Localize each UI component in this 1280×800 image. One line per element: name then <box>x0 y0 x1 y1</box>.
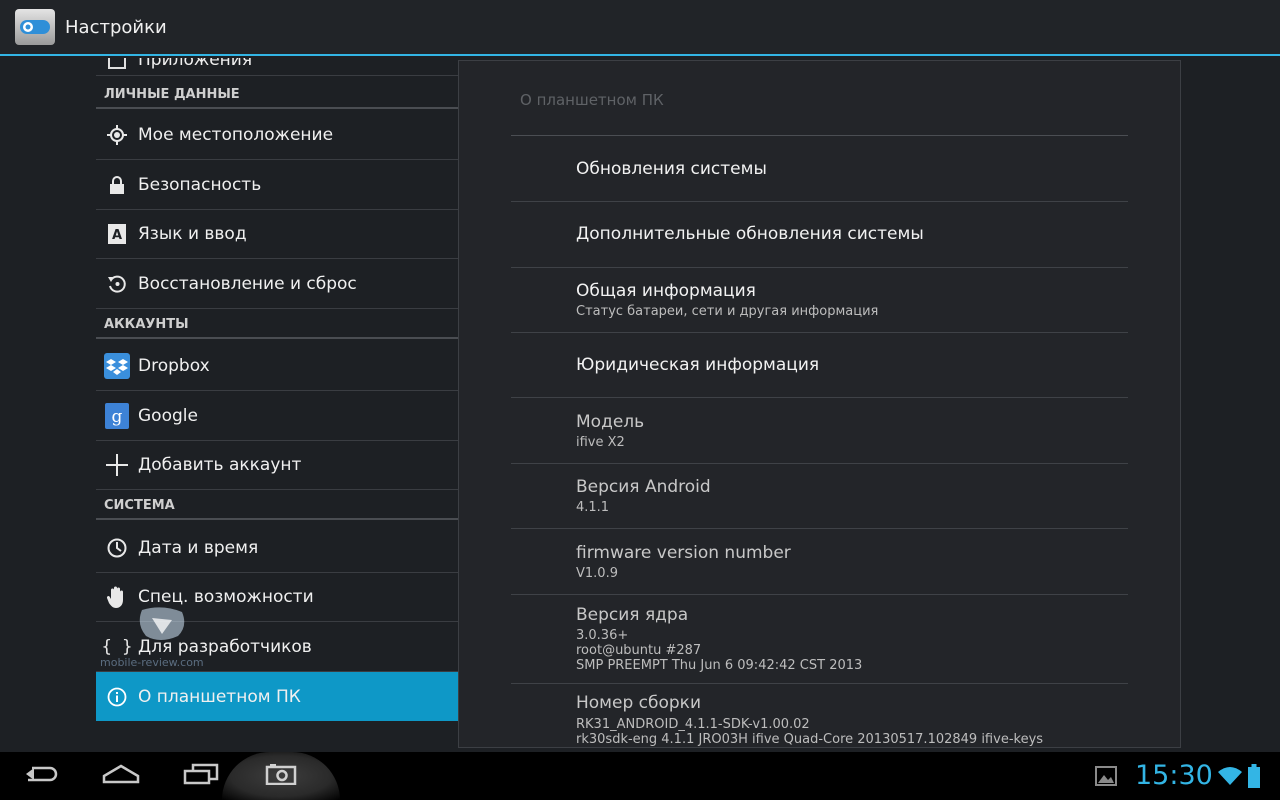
pref-title: Номер сборки <box>576 693 702 713</box>
settings-toggle-icon[interactable] <box>15 9 55 45</box>
pref-kernel: Версия ядра 3.0.36+ root@ubuntu #287 SMP… <box>511 595 1128 684</box>
info-icon <box>96 672 138 721</box>
sidebar-item-label: Дата и время <box>138 538 259 558</box>
home-button[interactable] <box>100 752 142 800</box>
back-button[interactable] <box>20 752 62 800</box>
sidebar-item-label: Dropbox <box>138 356 210 376</box>
sidebar-item-label: Спец. возможности <box>138 587 314 607</box>
pref-additional-updates[interactable]: Дополнительные обновления системы <box>511 202 1128 268</box>
sidebar-item-google[interactable]: g Google <box>96 392 458 441</box>
sidebar-item-apps[interactable]: Приложения <box>96 58 458 76</box>
watermark-text: mobile-review.com <box>100 656 204 669</box>
sidebar-item-label: Восстановление и сброс <box>138 274 357 294</box>
action-bar: Настройки <box>0 0 1280 56</box>
watermark-logo <box>138 606 188 648</box>
details-title-divider <box>511 135 1128 136</box>
details-title: О планшетном ПК <box>520 91 664 109</box>
sidebar-item-add-account[interactable]: Добавить аккаунт <box>96 441 458 490</box>
details-pane: О планшетном ПК Обновления системы Допол… <box>458 60 1181 748</box>
pref-summary: ifive X2 <box>576 434 625 450</box>
pref-status[interactable]: Общая информация Статус батареи, сети и … <box>511 268 1128 333</box>
svg-text:g: g <box>112 407 123 427</box>
sidebar-item-datetime[interactable]: Дата и время <box>96 524 458 573</box>
gallery-notification-icon[interactable] <box>1094 752 1118 800</box>
pref-summary-line: root@ubuntu #287 <box>576 643 702 658</box>
dropbox-icon <box>96 342 138 391</box>
sidebar-item-about[interactable]: О планшетном ПК <box>96 672 458 721</box>
clock-icon <box>96 524 138 573</box>
pref-title: Версия Android <box>576 477 711 497</box>
recent-apps-icon <box>183 763 219 789</box>
sidebar-item-label: Мое местоположение <box>138 125 334 145</box>
sidebar-item-label: Безопасность <box>138 175 262 195</box>
status-clock[interactable]: 15:30 <box>1135 760 1213 791</box>
camera-icon <box>265 763 297 789</box>
pref-summary: 4.1.1 <box>576 500 610 515</box>
sidebar-item-security[interactable]: Безопасность <box>96 161 458 210</box>
pref-summary: V1.0.9 <box>576 565 618 581</box>
back-icon <box>24 764 58 788</box>
sidebar-item-label: О планшетном ПК <box>138 686 301 707</box>
pref-title: Версия ядра <box>576 605 689 625</box>
section-personal: ЛИЧНЫЕ ДАННЫЕ <box>96 82 458 109</box>
location-icon <box>96 111 138 160</box>
pref-build-number[interactable]: Номер сборки RK31_ANDROID_4.1.1-SDK-v1.0… <box>511 684 1128 747</box>
sidebar-item-dropbox[interactable]: Dropbox <box>96 342 458 391</box>
sidebar-item-label: Язык и ввод <box>138 224 247 244</box>
plus-icon <box>96 441 138 490</box>
sidebar-item-label: Добавить аккаунт <box>138 455 302 475</box>
restore-icon <box>96 260 138 309</box>
pref-title: firmware version number <box>576 542 791 563</box>
pref-title: Юридическая информация <box>576 354 820 375</box>
pref-android-version[interactable]: Версия Android 4.1.1 <box>511 464 1128 529</box>
pref-legal[interactable]: Юридическая информация <box>511 333 1128 398</box>
pref-summary-line: 3.0.36+ <box>576 628 629 643</box>
pref-summary-line: RK31_ANDROID_4.1.1-SDK-v1.00.02 <box>576 717 810 732</box>
svg-text:A: A <box>112 228 122 243</box>
home-icon <box>102 764 140 788</box>
battery-icon <box>1246 752 1262 800</box>
sidebar-item-label: Google <box>138 406 198 426</box>
pref-summary-line: rk30sdk-eng 4.1.1 JRO03H ifive Quad-Core… <box>576 732 1044 747</box>
pref-summary: Статус батареи, сети и другая информация <box>576 304 879 319</box>
section-accounts: АККАУНТЫ <box>96 312 458 339</box>
pref-title: Обновления системы <box>576 158 767 179</box>
pref-model: Модель ifive X2 <box>511 398 1128 464</box>
hand-icon <box>96 573 138 622</box>
sidebar-item-label: Приложения <box>138 58 253 70</box>
pref-title: Модель <box>576 411 645 432</box>
apps-icon <box>96 58 138 69</box>
system-bar: 15:30 <box>0 752 1280 800</box>
screenshot-button[interactable] <box>258 752 304 800</box>
pref-title: Общая информация <box>576 281 756 301</box>
sidebar-item-location[interactable]: Мое местоположение <box>96 111 458 160</box>
google-icon: g <box>96 392 138 441</box>
pref-system-updates[interactable]: Обновления системы <box>511 137 1128 202</box>
pref-firmware: firmware version number V1.0.9 <box>511 529 1128 595</box>
sidebar-item-restore[interactable]: Восстановление и сброс <box>96 260 458 309</box>
app-title: Настройки <box>65 16 167 38</box>
recent-apps-button[interactable] <box>180 752 222 800</box>
lock-icon <box>96 161 138 210</box>
section-system: СИСТЕМА <box>96 493 458 520</box>
wifi-icon <box>1216 752 1244 800</box>
pref-summary-line: SMP PREEMPT Thu Jun 6 09:42:42 CST 2013 <box>576 658 863 673</box>
language-icon: A <box>96 210 138 259</box>
sidebar-item-language[interactable]: A Язык и ввод <box>96 210 458 259</box>
pref-title: Дополнительные обновления системы <box>576 224 924 244</box>
